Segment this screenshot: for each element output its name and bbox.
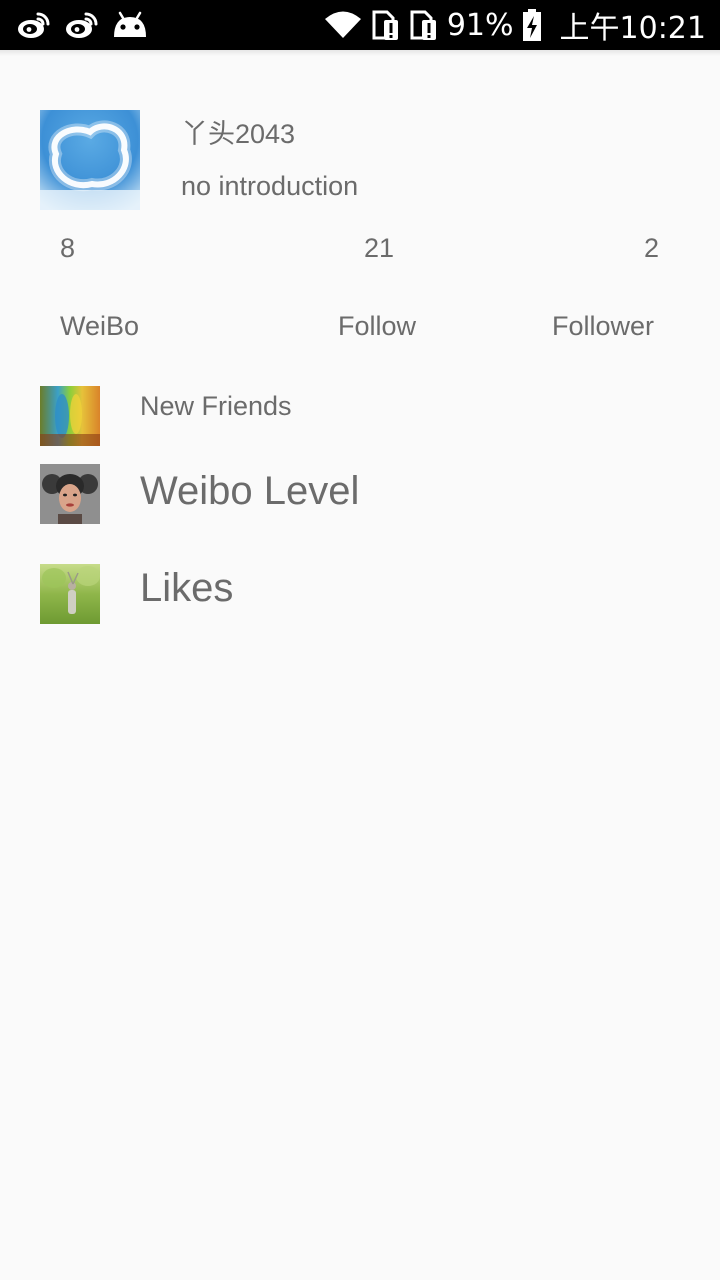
- menu-label-new-friends: New Friends: [140, 391, 292, 421]
- follower-label[interactable]: Follower: [552, 311, 654, 342]
- clock: 上午10:21: [559, 11, 706, 46]
- cloud-heart-avatar-image: [40, 110, 140, 210]
- wifi-icon: [323, 10, 363, 40]
- battery-percent: 91%: [446, 7, 514, 43]
- system-icons: 91% 上午10:21: [323, 0, 706, 50]
- notification-icons: [16, 0, 148, 50]
- introduction-text: no introduction: [181, 171, 359, 201]
- menu-label-likes: Likes: [140, 566, 234, 610]
- follower-count[interactable]: 2: [644, 233, 659, 264]
- weibo-icon: [64, 11, 98, 39]
- garden-figure-thumbnail: [40, 564, 100, 624]
- sim-alert-icon: [409, 8, 439, 42]
- avatar[interactable]: [40, 110, 140, 210]
- menu-label-weibo-level: Weibo Level: [140, 469, 360, 513]
- username: 丫头2043: [181, 119, 296, 149]
- status-bar-shadow: [0, 50, 720, 56]
- portrait-thumbnail: [40, 464, 100, 524]
- status-bar: 91% 上午10:21: [0, 0, 720, 50]
- sim-alert-icon: [371, 8, 401, 42]
- follow-label[interactable]: Follow: [338, 311, 416, 342]
- parrot-thumbnail: [40, 386, 100, 446]
- weibo-icon: [16, 11, 50, 39]
- menu-item-likes[interactable]: Likes: [40, 564, 680, 624]
- menu-item-weibo-level[interactable]: Weibo Level: [40, 464, 680, 524]
- android-icon: [112, 11, 148, 39]
- follow-count[interactable]: 21: [364, 233, 394, 264]
- weibo-count[interactable]: 8: [60, 233, 75, 264]
- menu-item-new-friends[interactable]: New Friends: [40, 386, 680, 446]
- weibo-label[interactable]: WeiBo: [60, 311, 139, 342]
- battery-charging-icon: [522, 8, 542, 42]
